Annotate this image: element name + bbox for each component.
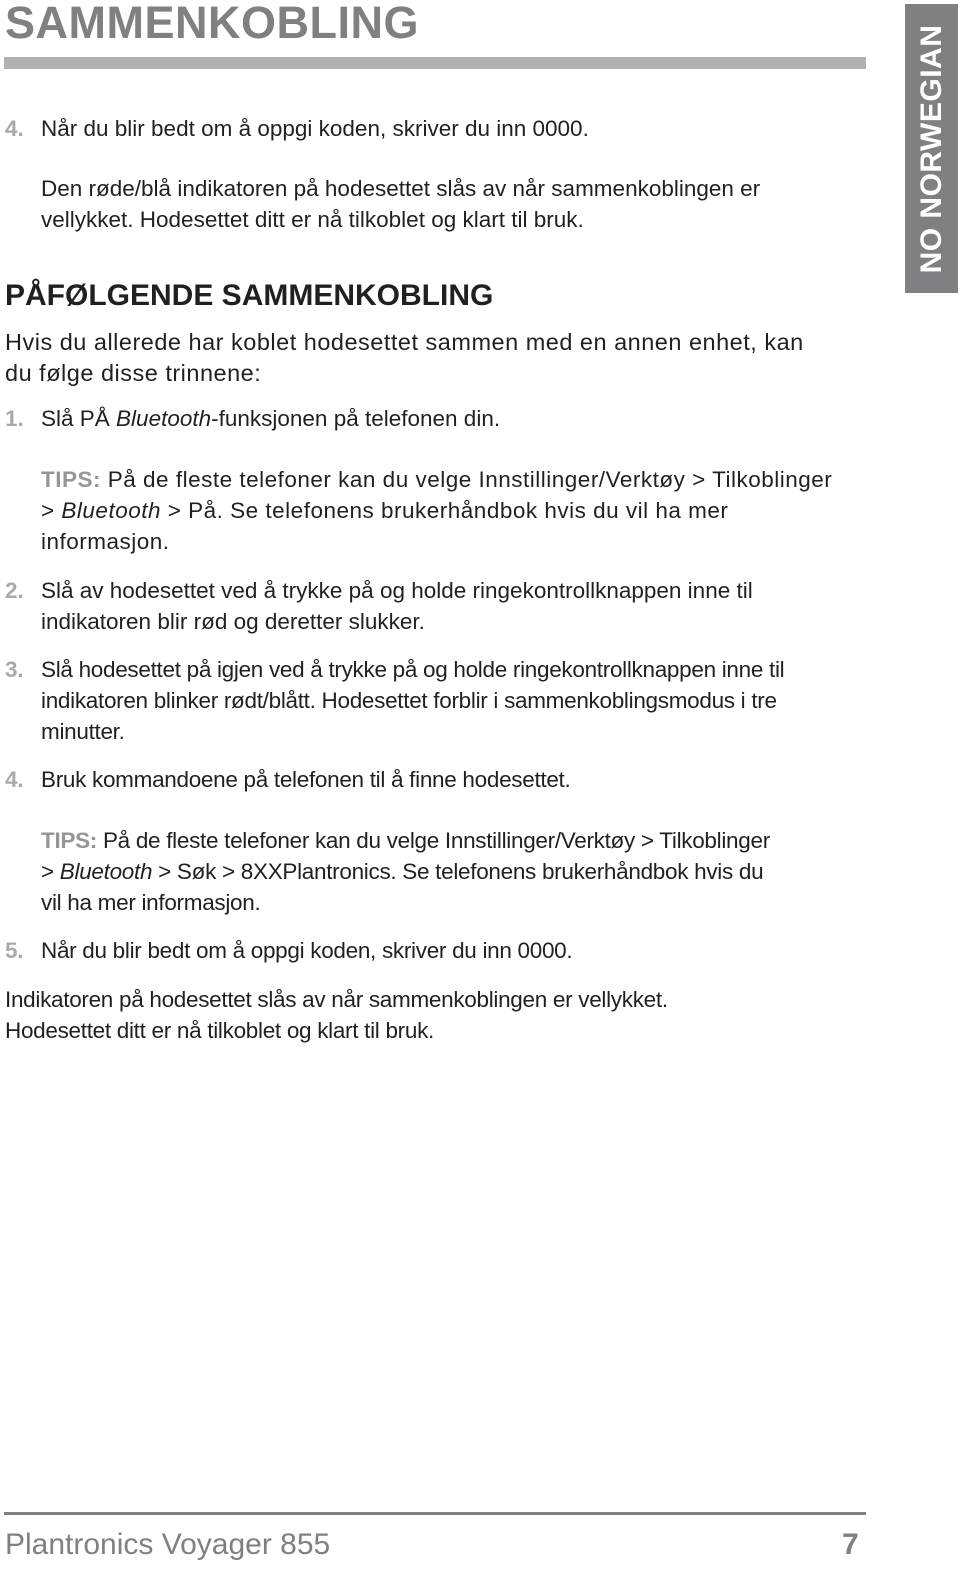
footer-divider xyxy=(4,1512,866,1515)
note-line: Hodesettet ditt er nå tilkoblet og klart… xyxy=(5,1018,434,1043)
tips-label: TIPS: xyxy=(41,467,102,492)
tips-line: > Bluetooth > På. Se telefonens brukerhå… xyxy=(41,495,871,526)
step-text: Når du blir bedt om å oppgi koden, skriv… xyxy=(41,116,589,141)
note-line: Indikatoren på hodesettet slås av når sa… xyxy=(5,987,668,1012)
text-fragment: > På. Se telefonens brukerhåndbok hvis d… xyxy=(160,498,729,523)
step-4-enter-code: 4. Når du blir bedt om å oppgi koden, sk… xyxy=(5,113,875,144)
step-number: 4. xyxy=(5,116,24,141)
tips-line: vil ha mer informasjon. xyxy=(41,890,261,915)
language-tab-label: NO NORWEGIAN xyxy=(914,24,948,273)
tips-box-2: TIPS: På de fleste telefoner kan du velg… xyxy=(41,825,871,918)
section-intro: Hvis du allerede har koblet hodesettet s… xyxy=(5,327,875,389)
title-divider xyxy=(4,57,866,69)
language-tab: NO NORWEGIAN xyxy=(905,4,958,293)
step-text: Slå av hodesettet ved å trykke på og hol… xyxy=(41,575,875,637)
step-4-find-headset: 4. Bruk kommandoene på telefonen til å f… xyxy=(5,764,875,795)
step-number: 4. xyxy=(5,767,24,792)
step-number: 3. xyxy=(5,657,24,682)
text-fragment: > Søk > 8XXPlantronics. Se telefonens br… xyxy=(152,859,764,884)
tips-label: TIPS: xyxy=(41,828,98,853)
step-line: indikatoren blir rød og deretter slukker… xyxy=(41,609,425,634)
intro-line: du følge disse trinnene: xyxy=(5,360,262,386)
tips-line: TIPS: På de fleste telefoner kan du velg… xyxy=(41,464,871,495)
page-number: 7 xyxy=(842,1528,859,1561)
step-text: Bruk kommandoene på telefonen til å finn… xyxy=(41,767,571,792)
step-line: Slå hodesettet på igjen ved å trykke på … xyxy=(41,657,785,682)
tips-box-1: TIPS: På de fleste telefoner kan du velg… xyxy=(41,464,871,557)
step-number: 2. xyxy=(5,578,24,603)
text-fragment: -funksjonen på telefonen din. xyxy=(211,406,501,431)
bluetooth-term: Bluetooth xyxy=(61,498,161,523)
text-fragment: > xyxy=(41,498,62,523)
step-number: 5. xyxy=(5,938,24,963)
step-text: Slå hodesettet på igjen ved å trykke på … xyxy=(41,654,875,747)
section-heading: PÅFØLGENDE SAMMENKOBLING xyxy=(5,279,494,312)
text-fragment: På de fleste telefoner kan du velge Inns… xyxy=(101,467,833,492)
text-fragment: > xyxy=(41,859,60,884)
note-line: Den røde/blå indikatoren på hodesettet s… xyxy=(41,176,761,201)
step-2-power-off: 2. Slå av hodesettet ved å trykke på og … xyxy=(5,575,875,637)
bluetooth-term: Bluetooth xyxy=(116,406,212,431)
page-title: SAMMENKOBLING xyxy=(5,0,419,48)
step-5-enter-code: 5. Når du blir bedt om å oppgi koden, sk… xyxy=(5,935,875,966)
intro-line: Hvis du allerede har koblet hodesettet s… xyxy=(5,329,804,355)
step-1-bluetooth-on: 1. Slå PÅ Bluetooth-funksjonen på telefo… xyxy=(5,403,875,434)
pairing-success-note-2: Indikatoren på hodesettet slås av når sa… xyxy=(5,984,875,1046)
tips-line: > Bluetooth > Søk > 8XXPlantronics. Se t… xyxy=(41,856,871,887)
tips-line: informasjon. xyxy=(41,529,170,554)
step-line: Slå av hodesettet ved å trykke på og hol… xyxy=(41,578,753,603)
step-3-power-on-pairing: 3. Slå hodesettet på igjen ved å trykke … xyxy=(5,654,875,747)
text-fragment: Slå PÅ xyxy=(41,406,117,431)
step-text: Slå PÅ Bluetooth-funksjonen på telefonen… xyxy=(41,403,875,434)
text-fragment: På de fleste telefoner kan du velge Inns… xyxy=(97,828,770,853)
note-line: vellykket. Hodesettet ditt er nå tilkobl… xyxy=(41,207,584,232)
bluetooth-term: Bluetooth xyxy=(59,859,153,884)
pairing-success-note: Den røde/blå indikatoren på hodesettet s… xyxy=(41,173,871,235)
tips-line: TIPS: På de fleste telefoner kan du velg… xyxy=(41,825,871,856)
step-line: minutter. xyxy=(41,719,125,744)
step-line: indikatoren blinker rødt/blått. Hodesett… xyxy=(41,688,777,713)
step-text: Når du blir bedt om å oppgi koden, skriv… xyxy=(41,938,573,963)
footer-product-name: Plantronics Voyager 855 xyxy=(5,1528,331,1561)
step-number: 1. xyxy=(5,406,24,431)
